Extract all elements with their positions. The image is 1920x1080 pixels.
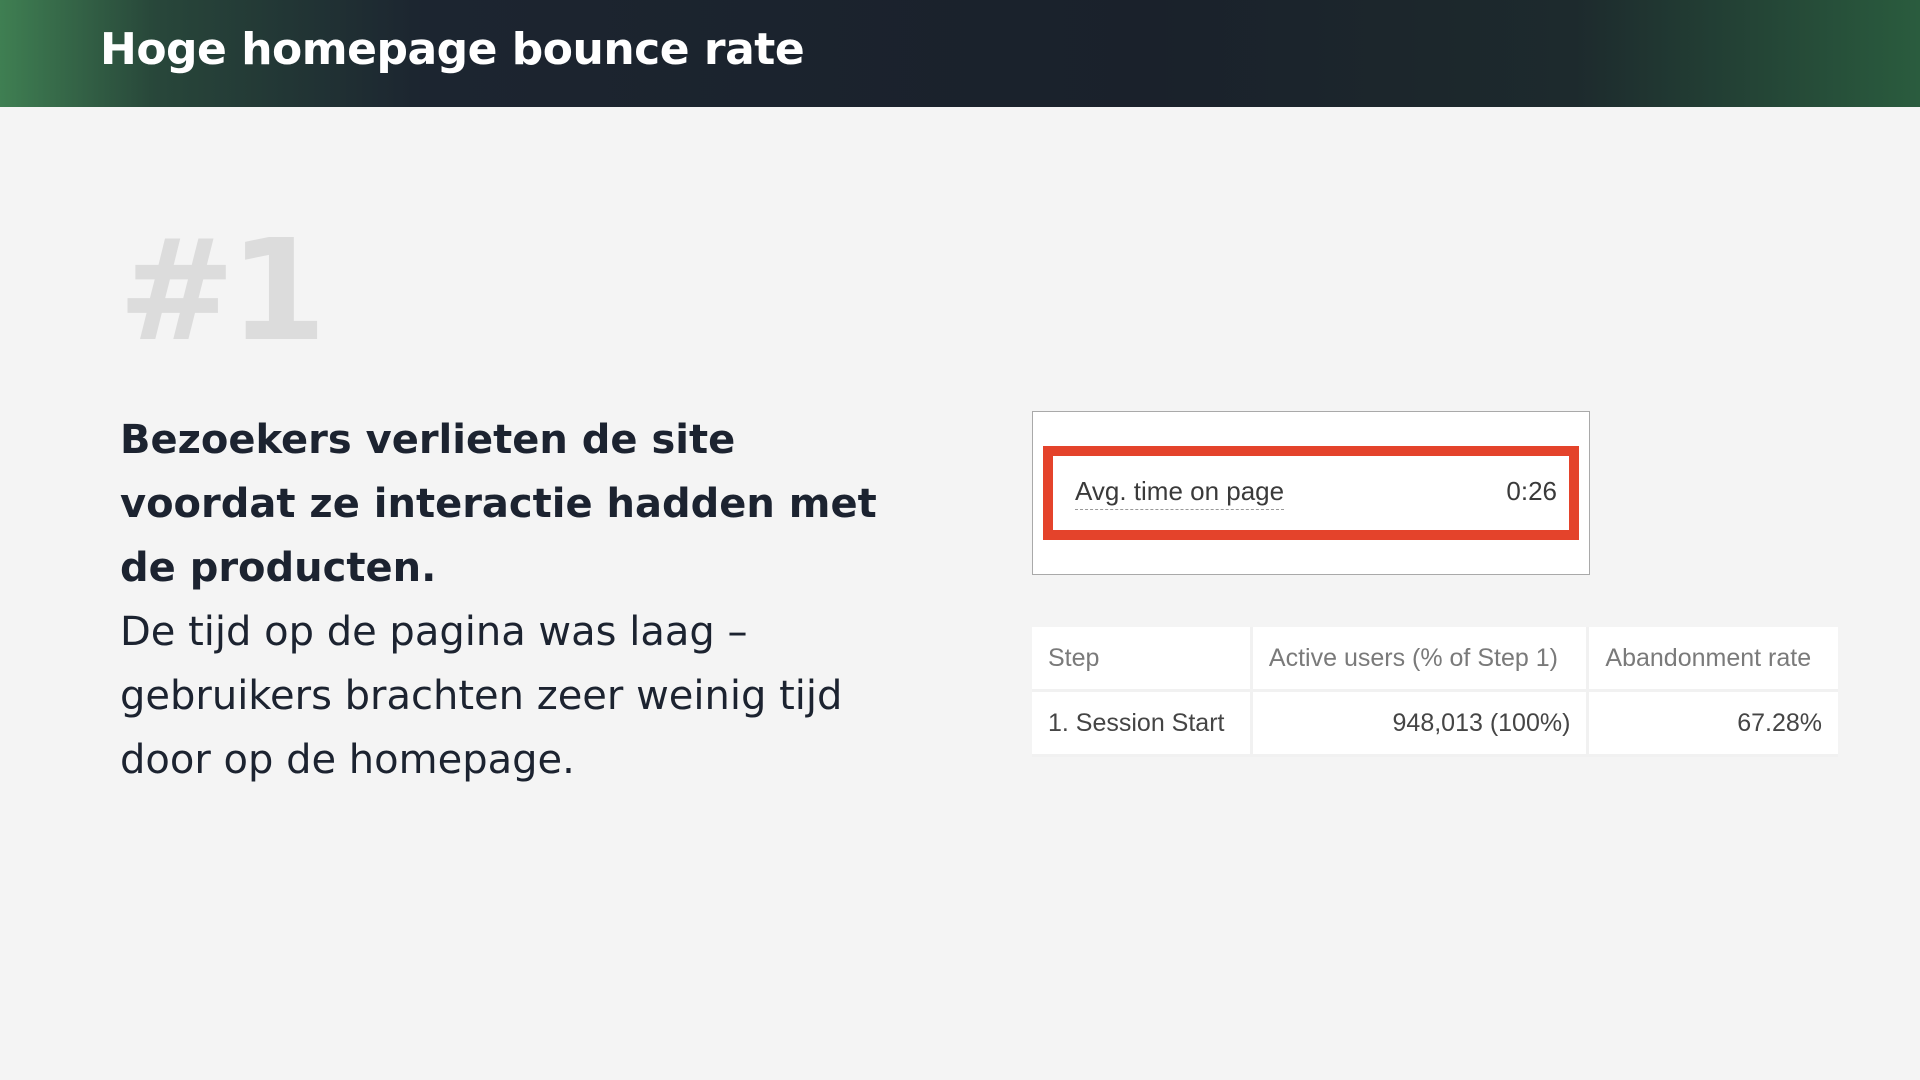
column-header-abandonment-rate: Abandonment rate [1587,627,1838,692]
slide-header: Hoge homepage bounce rate [0,0,1920,107]
table-header-row: Step Active users (% of Step 1) Abandonm… [1032,627,1838,692]
funnel-table: Step Active users (% of Step 1) Abandonm… [1032,627,1838,757]
metric-value: 0:26 [1506,476,1557,506]
metric-label: Avg. time on page [1075,476,1285,510]
slide-title: Hoge homepage bounce rate [100,24,805,75]
cell-step: 1. Session Start [1032,690,1253,757]
cell-abandonment-rate: 67.28% [1587,690,1838,757]
table-row: 1. Session Start 948,013 (100%) 67.28% [1032,690,1838,757]
column-header-step: Step [1032,627,1253,692]
slide-body: De tijd op de pagina was laag – gebruike… [120,609,843,783]
metric-screenshot: Avg. time on page 0:26 [1032,411,1590,575]
slide-headline: Bezoekers verlieten de site voordat ze i… [120,417,877,591]
metric-highlight: Avg. time on page 0:26 [1043,446,1579,540]
cell-active-users: 948,013 (100%) [1251,690,1590,757]
column-header-active-users: Active users (% of Step 1) [1251,627,1590,692]
slide-text: Bezoekers verlieten de site voordat ze i… [120,408,900,792]
slide-number: #1 [118,210,327,373]
